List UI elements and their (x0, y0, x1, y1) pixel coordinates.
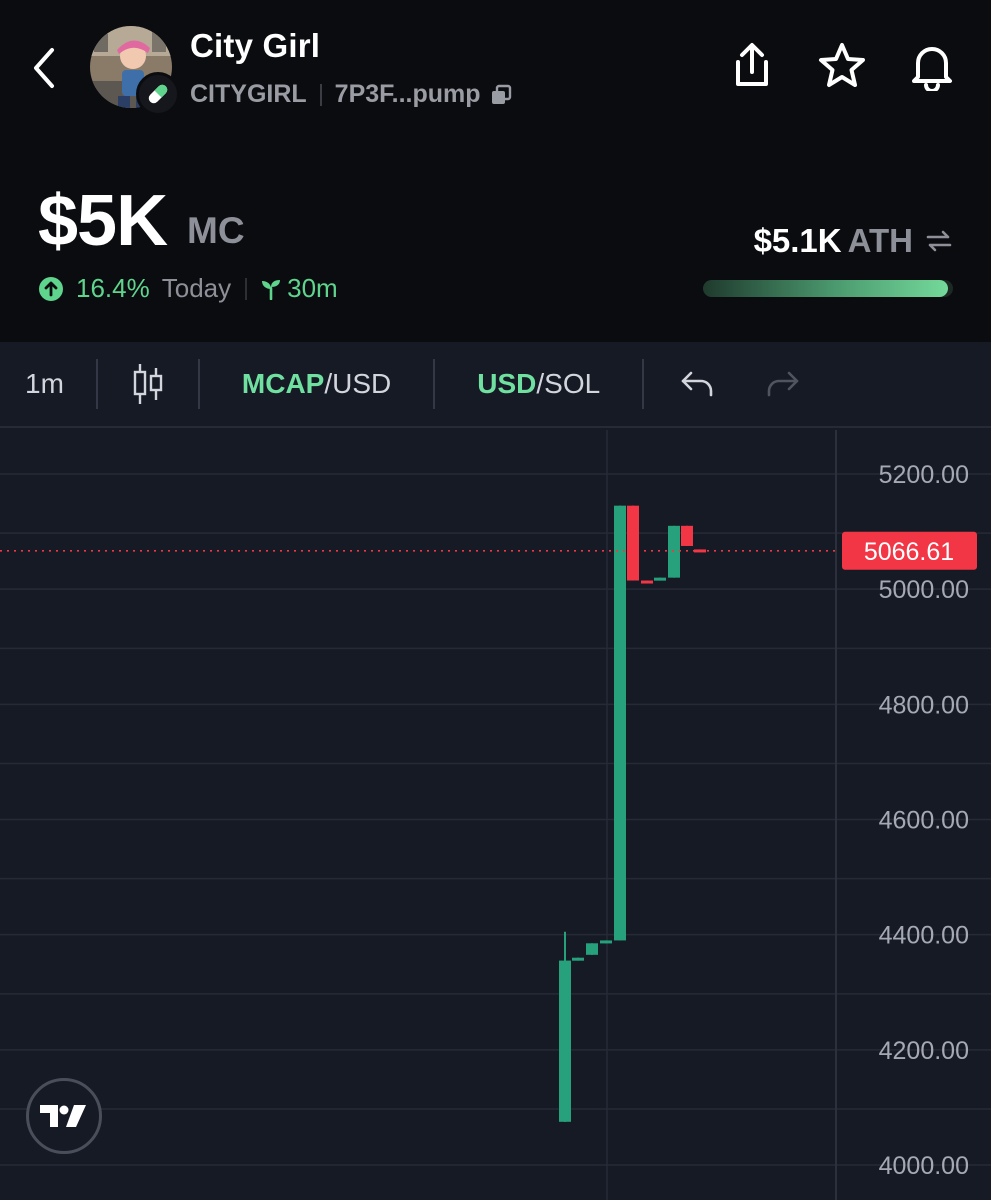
market-cap-unit: MC (187, 210, 245, 251)
price-tick-label: 4000.00 (879, 1152, 969, 1180)
change-period: Today (161, 273, 232, 303)
undo-button[interactable] (644, 341, 714, 427)
price-tick-label: 4200.00 (879, 1037, 969, 1065)
candlestick-chart[interactable]: 5200.00 5000.00 4800.00 4600.00 4400.00 4200.… (0, 430, 991, 1200)
sol-label: /SOL (536, 368, 601, 399)
interval-label: 1m (25, 368, 64, 399)
tradingview-logo[interactable] (26, 1078, 102, 1154)
pill-icon (148, 84, 168, 104)
candle-body (614, 505, 626, 941)
candle-body (681, 525, 693, 546)
chart-panel: 1m MCAP/USD USD/SOL 5200.00 5000.00 4800… (0, 342, 991, 1200)
ath-row[interactable]: $5.1K ATH (754, 222, 953, 260)
candle-body (641, 580, 653, 584)
redo-icon (767, 371, 799, 397)
share-icon (736, 43, 768, 86)
token-subtitle: CITYGIRL 7P3F...pump (190, 80, 513, 109)
usd-sol-toggle[interactable]: USD/SOL (435, 341, 642, 427)
price-tick-label: 4800.00 (879, 691, 969, 719)
usd-label: /USD (324, 368, 392, 399)
pump-badge (136, 72, 180, 116)
price-tick-label: 5000.00 (879, 576, 969, 604)
undo-icon (681, 371, 713, 397)
divider (319, 83, 322, 106)
price-tick-label: 4400.00 (879, 922, 969, 950)
ath-progress-fill (703, 280, 948, 297)
price-tick-label: 5200.00 (879, 461, 969, 489)
candles (559, 505, 706, 1122)
change-percent: 16.4% (76, 273, 150, 303)
arrow-up-circle-icon (39, 276, 63, 301)
token-age: 30m (287, 273, 338, 303)
market-cap-value: $5K (38, 181, 168, 261)
candlestick-icon (133, 364, 163, 404)
chart-toolbar: 1m MCAP/USD USD/SOL (0, 342, 991, 428)
share-button[interactable] (726, 40, 778, 92)
token-header: City Girl CITYGIRL 7P3F...pump $5K MC 16… (0, 0, 991, 340)
star-icon (819, 43, 865, 87)
chart-type-button[interactable] (98, 341, 198, 427)
token-ticker: CITYGIRL (190, 80, 307, 108)
interval-selector[interactable]: 1m (0, 341, 96, 427)
ath-progress-bar (703, 280, 953, 297)
swap-icon[interactable] (925, 227, 953, 255)
candle-body (627, 505, 639, 581)
token-name: City Girl (190, 27, 321, 64)
usd-accent-label: USD (477, 368, 537, 399)
current-price-line: 5066.61 (0, 531, 977, 570)
change-row: 16.4% Today 30m (38, 273, 338, 304)
candle-body (586, 943, 598, 955)
price-tick-label: 4600.00 (879, 807, 969, 835)
favorite-button[interactable] (816, 40, 868, 92)
sprout-icon (262, 279, 281, 300)
candle-body (654, 577, 666, 581)
copy-icon[interactable] (489, 83, 513, 107)
candle-body (559, 960, 571, 1122)
chevron-left-icon (34, 48, 54, 88)
back-button[interactable] (26, 44, 66, 94)
current-price-label: 5066.61 (864, 538, 954, 566)
candle-body (600, 940, 612, 944)
token-address[interactable]: 7P3F...pump (335, 80, 481, 109)
divider (245, 277, 248, 300)
candle-body (572, 957, 584, 961)
mcap-usd-toggle[interactable]: MCAP/USD (200, 341, 433, 427)
candle-body (668, 525, 680, 578)
ath-value: $5.1K (753, 222, 842, 259)
mcap-label: MCAP (241, 368, 325, 399)
ath-label: ATH (847, 222, 913, 259)
alerts-button[interactable] (906, 40, 958, 92)
bell-icon (912, 47, 952, 91)
redo-button[interactable] (714, 341, 800, 427)
